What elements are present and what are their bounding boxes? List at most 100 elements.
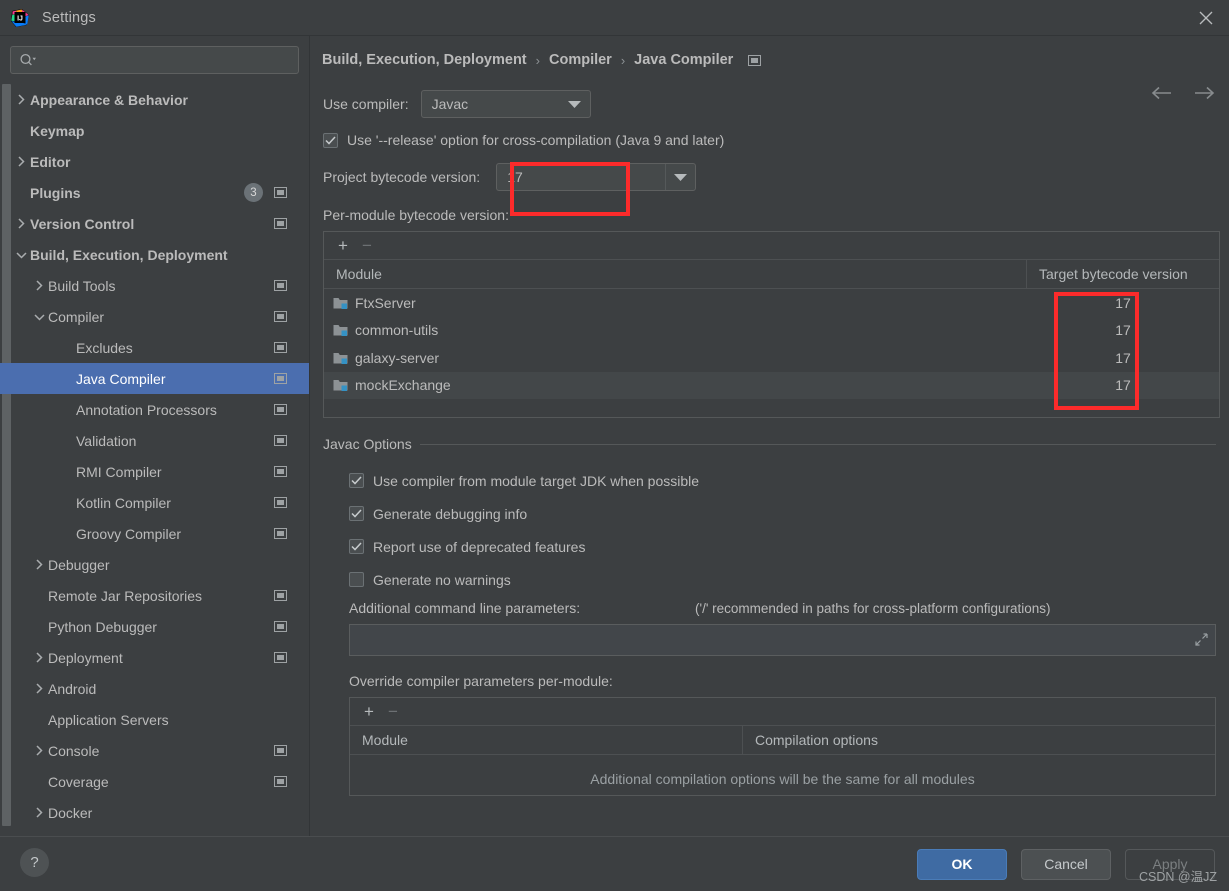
- remove-module-button[interactable]: −: [362, 237, 372, 254]
- breadcrumb: Build, Execution, Deployment › Compiler …: [310, 36, 1229, 68]
- add-override-button[interactable]: +: [364, 703, 374, 720]
- chevron-right-icon[interactable]: [30, 683, 48, 694]
- override-params-label: Override compiler parameters per-module:: [349, 673, 613, 689]
- chevron-right-icon[interactable]: [30, 807, 48, 818]
- column-header-module[interactable]: Module: [324, 260, 1027, 288]
- chevron-down-icon[interactable]: [665, 164, 695, 190]
- table-row[interactable]: FtxServer 17: [324, 289, 1219, 317]
- javac-option-checkbox[interactable]: [349, 473, 364, 488]
- sidebar-item-build-tools[interactable]: Build Tools: [0, 270, 309, 301]
- table-row[interactable]: galaxy-server 17: [324, 344, 1219, 372]
- cancel-button[interactable]: Cancel: [1021, 848, 1111, 880]
- sidebar-item-editor[interactable]: Editor: [0, 146, 309, 177]
- expand-icon[interactable]: [1195, 633, 1208, 646]
- sidebar-item-remote-jar-repositories[interactable]: Remote Jar Repositories: [0, 580, 309, 611]
- sidebar-item-rmi-compiler[interactable]: RMI Compiler: [0, 456, 309, 487]
- sidebar-item-version-control[interactable]: Version Control: [0, 208, 309, 239]
- sidebar-item-label: Python Debugger: [48, 618, 157, 635]
- help-button[interactable]: ?: [20, 848, 49, 877]
- javac-option-label: Generate no warnings: [373, 571, 511, 588]
- ok-button[interactable]: OK: [917, 848, 1007, 880]
- project-bytecode-label: Project bytecode version:: [323, 169, 481, 185]
- settings-sidebar: Appearance & Behavior Keymap Editor Plugins…: [0, 36, 310, 836]
- sidebar-item-java-compiler[interactable]: Java Compiler: [0, 363, 309, 394]
- sidebar-item-validation[interactable]: Validation: [0, 425, 309, 456]
- javac-option-row[interactable]: Generate debugging info: [349, 497, 1216, 530]
- sidebar-item-label: Plugins: [30, 184, 81, 201]
- tree-spacer-icon: [58, 435, 76, 446]
- arrow-right-icon[interactable]: [1193, 86, 1215, 100]
- chevron-right-icon[interactable]: [12, 94, 30, 105]
- additional-params-input[interactable]: [350, 632, 1215, 648]
- remove-override-button[interactable]: −: [388, 703, 398, 720]
- use-compiler-select[interactable]: Javac: [420, 90, 591, 118]
- project-scope-icon: [274, 342, 287, 353]
- javac-option-row[interactable]: Generate no warnings: [349, 563, 1216, 596]
- sidebar-item-python-debugger[interactable]: Python Debugger: [0, 611, 309, 642]
- breadcrumb-part-2[interactable]: Compiler: [549, 52, 612, 68]
- project-bytecode-select[interactable]: 17: [496, 163, 697, 191]
- dialog-body: Appearance & Behavior Keymap Editor Plugins…: [0, 36, 1229, 836]
- sidebar-item-coverage[interactable]: Coverage: [0, 766, 309, 797]
- per-module-table-header: Module Target bytecode version: [324, 260, 1219, 289]
- project-scope-icon: [274, 373, 287, 384]
- additional-params-input-wrap[interactable]: [349, 624, 1216, 656]
- javac-option-checkbox[interactable]: [349, 506, 364, 521]
- target-bytecode-cell[interactable]: 17: [1027, 322, 1219, 338]
- column-header-target-bytecode[interactable]: Target bytecode version: [1027, 260, 1219, 288]
- release-option-row[interactable]: Use '--release' option for cross-compila…: [310, 132, 1229, 148]
- sidebar-item-build-execution-deployment[interactable]: Build, Execution, Deployment: [0, 239, 309, 270]
- sidebar-item-excludes[interactable]: Excludes: [0, 332, 309, 363]
- search-box[interactable]: [10, 46, 299, 74]
- chevron-down-icon[interactable]: [12, 251, 30, 259]
- apply-button[interactable]: Apply: [1125, 848, 1215, 880]
- sidebar-item-label: Validation: [76, 432, 137, 449]
- add-module-button[interactable]: +: [338, 237, 348, 254]
- sidebar-item-label: Version Control: [30, 215, 135, 232]
- sidebar-item-annotation-processors[interactable]: Annotation Processors: [0, 394, 309, 425]
- sidebar-item-compiler[interactable]: Compiler: [0, 301, 309, 332]
- chevron-right-icon[interactable]: [30, 652, 48, 663]
- release-option-checkbox[interactable]: [323, 132, 338, 148]
- column-header-compilation-options[interactable]: Compilation options: [743, 726, 1215, 754]
- javac-option-checkbox[interactable]: [349, 572, 364, 587]
- sidebar-item-badge: 3: [244, 183, 263, 202]
- chevron-right-icon[interactable]: [30, 559, 48, 570]
- per-module-toolbar: + −: [324, 232, 1219, 260]
- arrow-left-icon[interactable]: [1151, 86, 1173, 100]
- chevron-right-icon[interactable]: [30, 745, 48, 756]
- table-row[interactable]: common-utils 17: [324, 317, 1219, 345]
- sidebar-item-android[interactable]: Android: [0, 673, 309, 704]
- search-input[interactable]: [39, 52, 290, 68]
- table-row[interactable]: mockExchange 17: [324, 371, 1219, 399]
- chevron-right-icon[interactable]: [12, 156, 30, 167]
- target-bytecode-cell[interactable]: 17: [1027, 377, 1219, 393]
- sidebar-item-application-servers[interactable]: Application Servers: [0, 704, 309, 735]
- chevron-right-icon[interactable]: [12, 218, 30, 229]
- sidebar-item-groovy-compiler[interactable]: Groovy Compiler: [0, 518, 309, 549]
- close-icon[interactable]: [1183, 0, 1229, 35]
- javac-option-row[interactable]: Use compiler from module target JDK when…: [349, 464, 1216, 497]
- javac-option-row[interactable]: Report use of deprecated features: [349, 530, 1216, 563]
- breadcrumb-separator: ›: [620, 52, 626, 68]
- project-scope-icon: [274, 528, 287, 539]
- sidebar-item-plugins[interactable]: Plugins 3: [0, 177, 309, 208]
- tree-spacer-icon: [30, 621, 48, 632]
- chevron-right-icon[interactable]: [30, 280, 48, 291]
- sidebar-item-appearance-behavior[interactable]: Appearance & Behavior: [0, 84, 309, 115]
- javac-option-checkbox[interactable]: [349, 539, 364, 554]
- target-bytecode-cell[interactable]: 17: [1027, 350, 1219, 366]
- sidebar-item-kotlin-compiler[interactable]: Kotlin Compiler: [0, 487, 309, 518]
- sidebar-item-console[interactable]: Console: [0, 735, 309, 766]
- sidebar-item-keymap[interactable]: Keymap: [0, 115, 309, 146]
- release-option-label: Use '--release' option for cross-compila…: [347, 132, 725, 148]
- column-header-module[interactable]: Module: [350, 726, 743, 754]
- sidebar-item-debugger[interactable]: Debugger: [0, 549, 309, 580]
- breadcrumb-part-1[interactable]: Build, Execution, Deployment: [322, 52, 527, 68]
- sidebar-item-deployment[interactable]: Deployment: [0, 642, 309, 673]
- sidebar-item-label: Groovy Compiler: [76, 525, 182, 542]
- sidebar-item-docker[interactable]: Docker: [0, 797, 309, 828]
- target-bytecode-cell[interactable]: 17: [1027, 295, 1219, 311]
- chevron-down-icon[interactable]: [30, 313, 48, 321]
- chevron-down-icon[interactable]: [560, 91, 590, 117]
